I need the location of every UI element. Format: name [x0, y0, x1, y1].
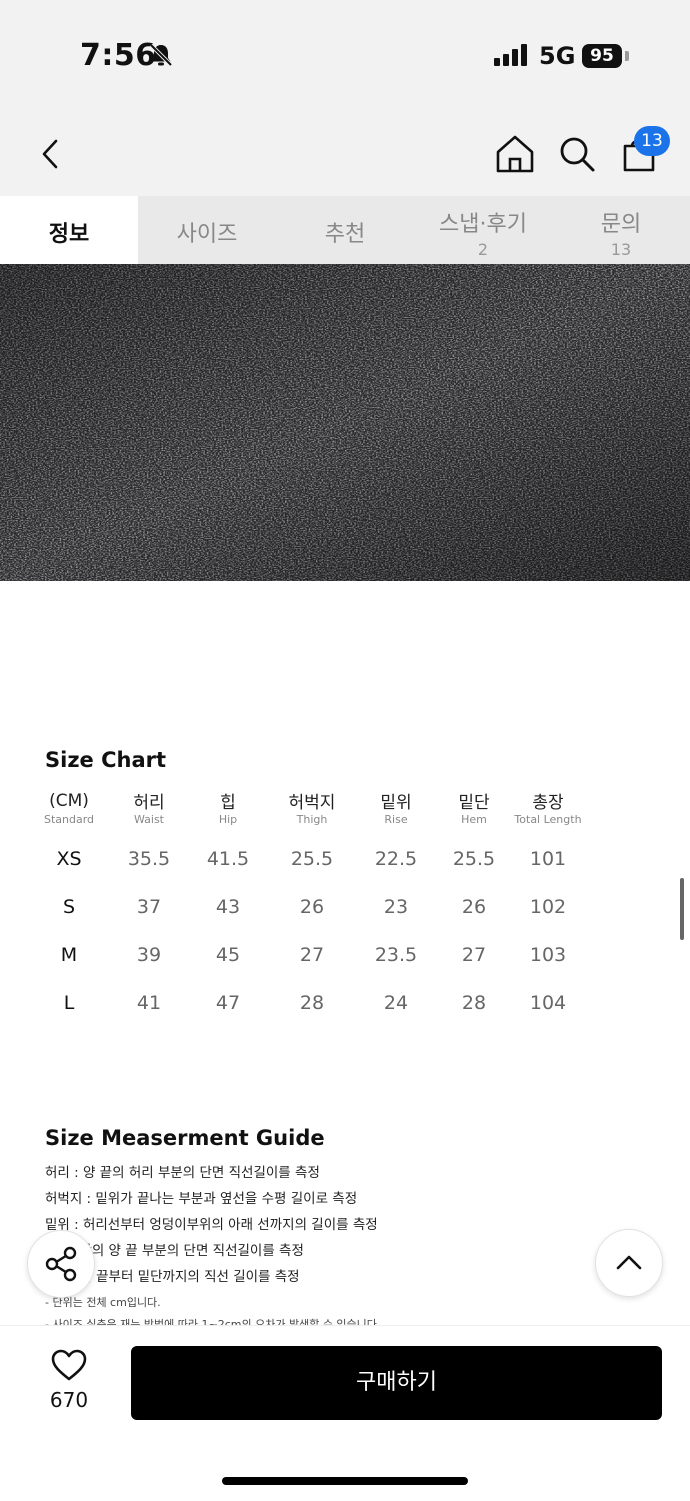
like-button[interactable]	[40, 1348, 98, 1386]
col-header-standard: (CM)	[49, 790, 89, 811]
tab-label: 정보	[48, 222, 90, 247]
col-sub-hem: Hem	[461, 813, 487, 826]
table-cell: 102	[529, 896, 567, 918]
size-header-en-row: Standard Waist Hip Thigh Rise Hem Total …	[28, 813, 584, 835]
size-cell: S	[62, 896, 76, 918]
table-row: L 41 47 28 24 28 104	[28, 979, 584, 1027]
status-time: 7:56	[80, 38, 157, 73]
status-bar: 7:56 5G 95	[0, 0, 690, 110]
home-indicator	[222, 1477, 468, 1485]
battery-icon: 95	[582, 44, 622, 68]
guide-title: Size Measerment Guide	[45, 1126, 325, 1150]
table-cell: 26	[461, 896, 487, 918]
table-cell: 26	[299, 896, 325, 918]
table-cell: 23	[383, 896, 409, 918]
col-header-thigh: 허벅지	[288, 793, 336, 813]
tab-snap-review[interactable]: 스냅·후기 2	[414, 196, 552, 264]
table-cell: 45	[215, 944, 241, 966]
col-header-hip: 힙	[220, 793, 236, 813]
scroll-top-button[interactable]	[595, 1229, 663, 1297]
table-cell: 101	[529, 848, 567, 870]
col-sub-waist: Waist	[133, 813, 164, 826]
col-header-rise: 밑위	[380, 793, 412, 813]
tab-count: 2	[477, 240, 489, 259]
col-header-waist: 허리	[133, 793, 165, 813]
tab-label: 사이즈	[176, 222, 238, 247]
guide-line-hem: 밑단의 양 끝 부분의 단면 직선길이를 측정	[67, 1243, 304, 1259]
col-sub-hip: Hip	[218, 813, 238, 826]
share-button[interactable]	[27, 1230, 95, 1298]
table-cell: 27	[461, 944, 487, 966]
table-cell: 35.5	[127, 848, 171, 870]
tab-label: 스냅·후기	[439, 212, 527, 237]
size-chart-title: Size Chart	[45, 748, 167, 772]
col-sub-thigh: Thigh	[296, 813, 328, 826]
guide-line-thigh: 허벅지 : 밑위가 끝나는 부분과 옆선을 수평 길이로 측정	[45, 1191, 358, 1207]
tab-recommend[interactable]: 추천	[276, 196, 414, 264]
bell-muted-icon	[149, 43, 173, 67]
tab-bar: 정보 사이즈 추천 스냅·후기 2 문의 13	[0, 196, 690, 264]
tab-size[interactable]: 사이즈	[138, 196, 276, 264]
fabric-texture	[0, 264, 690, 581]
share-icon	[45, 1246, 77, 1282]
size-cell: L	[63, 992, 75, 1014]
col-sub-standard: Standard	[43, 813, 95, 826]
product-fabric-image	[0, 264, 690, 581]
signal-icon	[494, 44, 527, 66]
table-cell: 28	[461, 992, 487, 1014]
table-cell: 37	[136, 896, 162, 918]
table-cell: 22.5	[374, 848, 418, 870]
tab-inquiry[interactable]: 문의 13	[552, 196, 690, 264]
col-header-total-length: 총장	[532, 793, 564, 813]
like-count: 670	[49, 1388, 89, 1412]
guide-line-waist: 허리 : 양 끝의 허리 부분의 단면 직선길이를 측정	[45, 1165, 320, 1181]
chevron-up-icon	[616, 1255, 642, 1270]
scrollbar[interactable]	[680, 878, 684, 940]
table-cell: 41.5	[206, 848, 250, 870]
buy-button[interactable]: 구매하기	[131, 1346, 662, 1420]
search-icon[interactable]	[555, 132, 599, 176]
guide-line-rise: 밑위 : 허리선부터 엉덩이부위의 아래 선까지의 길이를 측정	[45, 1217, 378, 1233]
network-type: 5G	[539, 42, 576, 70]
tab-label: 문의	[600, 212, 642, 237]
heart-icon	[51, 1349, 87, 1381]
size-cell: M	[60, 944, 78, 966]
table-cell: 27	[299, 944, 325, 966]
guide-note: - 단위는 전체 cm입니다.	[45, 1296, 161, 1309]
cart-count-badge: 13	[634, 126, 670, 156]
table-cell: 43	[215, 896, 241, 918]
table-cell: 25.5	[290, 848, 334, 870]
table-cell: 39	[136, 944, 162, 966]
size-chart-table: (CM) 허리 힙 허벅지 밑위 밑단 총장 Standard Waist Hi…	[28, 788, 584, 1027]
size-header-ko-row: (CM) 허리 힙 허벅지 밑위 밑단 총장	[28, 788, 584, 814]
size-cell: XS	[56, 848, 82, 870]
col-header-hem: 밑단	[458, 793, 490, 813]
table-cell: 104	[529, 992, 567, 1014]
table-row: M 39 45 27 23.5 27 103	[28, 931, 584, 979]
guide-text: 허리 : 양 끝의 허리 부분의 단면 직선길이를 측정 허벅지 : 밑위가 끝…	[45, 1160, 380, 1336]
back-icon[interactable]	[30, 132, 74, 176]
table-cell: 47	[215, 992, 241, 1014]
tab-label: 추천	[324, 222, 366, 247]
table-row: S 37 43 26 23 26 102	[28, 883, 584, 931]
nav-bar	[0, 110, 690, 196]
battery-level: 95	[590, 46, 614, 66]
col-sub-total-length: Total Length	[514, 813, 582, 826]
table-cell: 41	[136, 992, 162, 1014]
home-icon[interactable]	[493, 132, 537, 176]
table-cell: 24	[383, 992, 409, 1014]
table-cell: 28	[299, 992, 325, 1014]
tab-info[interactable]: 정보	[0, 196, 138, 264]
table-cell: 23.5	[374, 944, 418, 966]
table-cell: 103	[529, 944, 567, 966]
guide-line-length: 리의 끝부터 밑단까지의 직선 길이를 측정	[67, 1269, 300, 1285]
tab-count: 13	[610, 240, 632, 259]
table-cell: 25.5	[452, 848, 496, 870]
table-row: XS 35.5 41.5 25.5 22.5 25.5 101	[28, 835, 584, 883]
col-sub-rise: Rise	[384, 813, 408, 826]
battery-tip	[625, 51, 629, 61]
